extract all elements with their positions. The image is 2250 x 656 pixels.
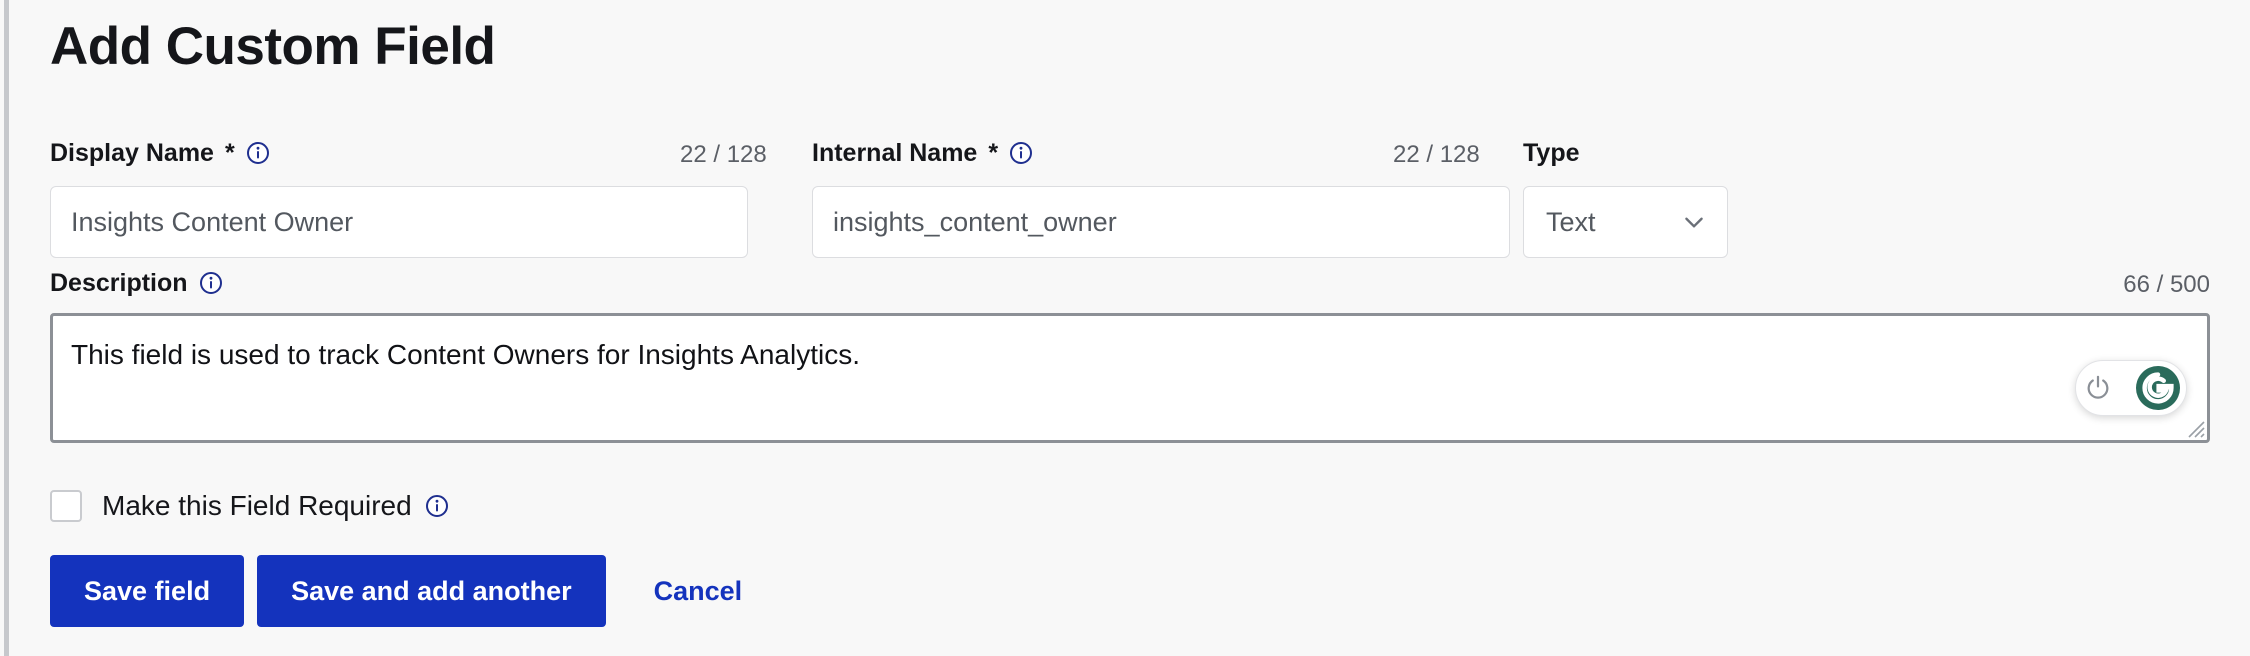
form-actions: Save field Save and add another Cancel (50, 555, 754, 627)
type-label: Type (1523, 138, 1580, 168)
info-circle-icon[interactable] (199, 271, 223, 295)
internal-name-label: Internal Name * (812, 138, 1033, 168)
internal-name-label-text: Internal Name (812, 139, 978, 167)
display-name-required-mark: * (224, 139, 235, 167)
make-required-label: Make this Field Required (102, 490, 449, 522)
internal-name-input[interactable] (812, 186, 1510, 258)
description-textarea-value: This field is used to track Content Owne… (71, 339, 861, 370)
make-required-row: Make this Field Required (50, 490, 449, 522)
add-custom-field-page: Add Custom Field Display Name * 22 / 128… (0, 0, 2250, 656)
info-circle-icon[interactable] (1009, 141, 1033, 165)
grammarly-g-icon[interactable] (2136, 366, 2180, 410)
type-select-value: Text (1546, 206, 1596, 237)
chevron-down-icon (1681, 209, 1707, 235)
display-name-label-text: Display Name (50, 139, 214, 167)
info-circle-icon[interactable] (425, 494, 449, 518)
left-edge-divider (4, 0, 9, 656)
power-icon[interactable] (2084, 374, 2112, 402)
resize-handle-icon[interactable] (2183, 416, 2205, 438)
internal-name-required-mark: * (988, 139, 999, 167)
field-labels-row: Display Name * 22 / 128 Internal Name * (50, 138, 2210, 172)
display-name-counter: 22 / 128 (680, 141, 767, 168)
make-required-label-text: Make this Field Required (102, 490, 412, 521)
save-and-add-another-button[interactable]: Save and add another (257, 555, 606, 627)
internal-name-counter: 22 / 128 (1393, 141, 1480, 168)
form-content: Add Custom Field Display Name * 22 / 128… (50, 0, 2210, 656)
description-textarea[interactable]: This field is used to track Content Owne… (50, 313, 2210, 443)
type-label-text: Type (1523, 139, 1580, 167)
description-label-text: Description (50, 269, 188, 297)
page-title: Add Custom Field (50, 17, 496, 76)
display-name-input[interactable] (50, 186, 748, 258)
type-select[interactable]: Text (1523, 186, 1728, 258)
display-name-label: Display Name * (50, 138, 270, 168)
description-label: Description (50, 268, 223, 298)
info-circle-icon[interactable] (246, 141, 270, 165)
make-required-checkbox[interactable] (50, 490, 82, 522)
description-counter: 66 / 500 (2123, 271, 2210, 298)
save-field-button[interactable]: Save field (50, 555, 245, 627)
grammarly-widget[interactable] (2075, 360, 2187, 416)
field-inputs-row: Text (50, 186, 2210, 258)
cancel-button[interactable]: Cancel (642, 555, 755, 627)
